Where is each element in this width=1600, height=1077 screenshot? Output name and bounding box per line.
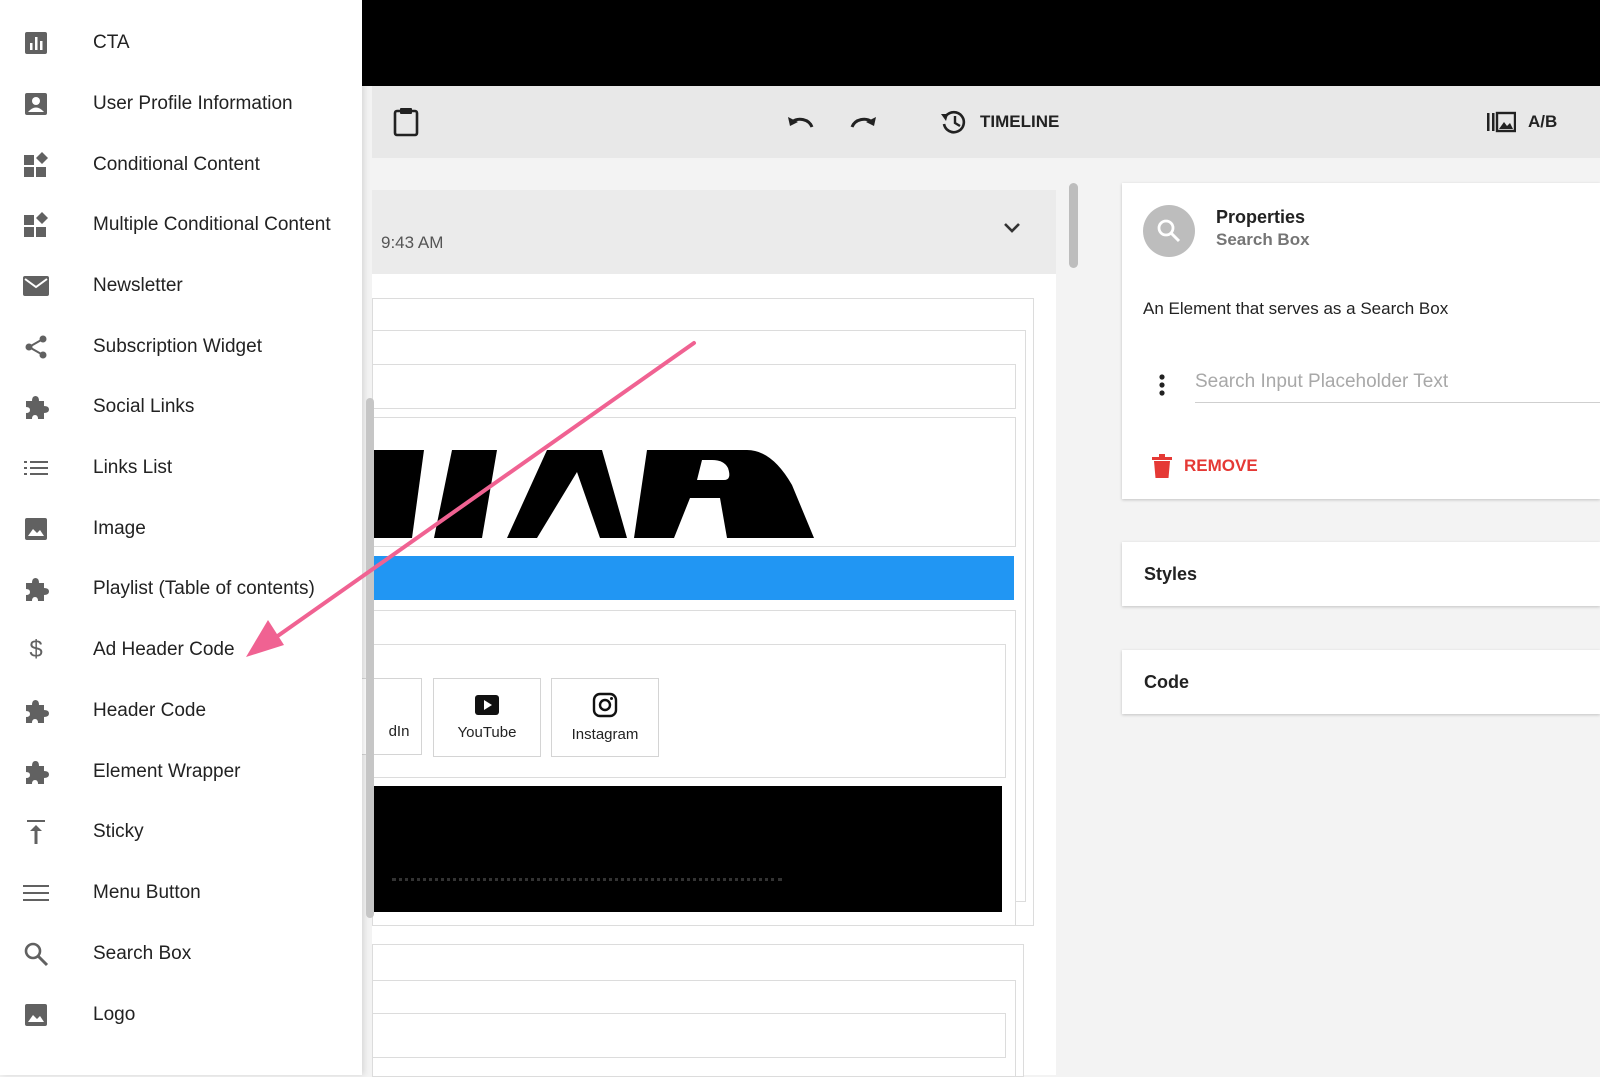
properties-subtitle: Search Box: [1216, 230, 1310, 249]
history-icon: [941, 110, 966, 134]
canvas-scrollbar[interactable]: [1069, 183, 1078, 268]
document-timestamp: 9:43 AM: [381, 233, 444, 252]
sidebar-item-label: Multiple Conditional Content: [93, 214, 331, 235]
sidebar-item-newsletter[interactable]: Newsletter: [0, 256, 362, 316]
sidebar-scrollbar[interactable]: [366, 398, 374, 918]
sidebar-item-conditional-content[interactable]: Conditional Content: [0, 135, 362, 195]
sidebar-item-label: Newsletter: [93, 275, 183, 296]
remove-label: REMOVE: [1184, 456, 1258, 475]
sidebar-item-playlist[interactable]: Playlist (Table of contents): [0, 559, 362, 619]
puzzle-icon: [22, 575, 50, 603]
element-sidebar: CTA User Profile Information Conditional…: [0, 0, 362, 1075]
social-link-instagram[interactable]: Instagram: [551, 678, 659, 757]
properties-avatar: [1143, 205, 1195, 257]
undo-button[interactable]: [786, 86, 816, 158]
sidebar-item-cta[interactable]: CTA: [0, 13, 362, 73]
sidebar-item-label: Header Code: [93, 700, 207, 721]
bar-chart-icon: [22, 29, 50, 57]
menu-icon: [22, 879, 50, 907]
styles-panel[interactable]: Styles: [1122, 542, 1600, 606]
element-frame-2[interactable]: [372, 1013, 1006, 1058]
sidebar-item-label: Sticky: [93, 821, 144, 842]
social-link-label: YouTube: [457, 724, 517, 741]
puzzle-icon: [22, 697, 50, 725]
sidebar-item-logo[interactable]: Logo: [0, 985, 362, 1045]
timeline-button[interactable]: TIMELINE: [940, 86, 1059, 158]
instagram-icon: [592, 692, 618, 718]
image-icon: [22, 1001, 50, 1029]
sidebar-item-menu-button[interactable]: Menu Button: [0, 863, 362, 923]
brand-logo-image: [372, 420, 1012, 545]
ab-test-button[interactable]: A/B: [1486, 86, 1557, 158]
sidebar-item-ad-header-code[interactable]: $ Ad Header Code: [0, 620, 362, 680]
sidebar-item-label: Logo: [93, 1004, 136, 1025]
sidebar-item-label: Social Links: [93, 396, 195, 417]
sidebar-item-label: Ad Header Code: [93, 639, 235, 660]
sidebar-item-user-profile[interactable]: User Profile Information: [0, 74, 362, 134]
sidebar-item-label: Subscription Widget: [93, 336, 262, 357]
sidebar-item-subscription-widget[interactable]: Subscription Widget: [0, 317, 362, 377]
document-header[interactable]: [372, 190, 1056, 274]
sidebar-item-label: CTA: [93, 32, 130, 53]
dollar-icon: $: [29, 636, 43, 663]
more-vert-icon[interactable]: [1158, 373, 1166, 402]
social-link-youtube[interactable]: YouTube: [433, 678, 541, 757]
sidebar-item-label: Playlist (Table of contents): [93, 578, 315, 599]
footer-block[interactable]: [372, 786, 1002, 912]
account-box-icon: [22, 90, 50, 118]
sidebar-item-label: Image: [93, 518, 146, 539]
image-icon: [22, 515, 50, 543]
clipboard-icon: [393, 108, 419, 137]
search-icon: [1157, 219, 1181, 243]
sidebar-item-sticky[interactable]: Sticky: [0, 802, 362, 862]
code-panel[interactable]: Code: [1122, 650, 1600, 714]
sidebar-item-search-box[interactable]: Search Box: [0, 924, 362, 984]
trash-icon: [1152, 454, 1172, 478]
share-icon: [22, 333, 50, 361]
sidebar-item-multiple-conditional-content[interactable]: Multiple Conditional Content: [0, 195, 362, 255]
sidebar-item-image[interactable]: Image: [0, 499, 362, 559]
widgets-icon: [22, 211, 50, 239]
social-link-label: dIn: [388, 723, 410, 740]
clipboard-button[interactable]: [392, 86, 420, 158]
chevron-down-icon[interactable]: [1003, 221, 1021, 239]
remove-button[interactable]: REMOVE: [1152, 454, 1258, 478]
editor-toolbar: TIMELINE A/B: [372, 86, 1600, 158]
properties-description: An Element that serves as a Search Box: [1143, 299, 1449, 318]
puzzle-icon: [22, 393, 50, 421]
list-icon: [22, 454, 50, 482]
social-link-label: Instagram: [571, 726, 639, 743]
mail-icon: [22, 272, 50, 300]
dotted-divider: [392, 878, 782, 881]
properties-title: Properties: [1216, 207, 1306, 227]
redo-button[interactable]: [848, 86, 878, 158]
sidebar-item-label: Menu Button: [93, 882, 201, 903]
widgets-icon: [22, 151, 50, 179]
youtube-icon: [475, 695, 499, 715]
sidebar-item-header-code[interactable]: Header Code: [0, 681, 362, 741]
undo-icon: [788, 117, 814, 128]
element-frame[interactable]: [372, 364, 1016, 409]
blue-banner[interactable]: [372, 556, 1014, 600]
code-label: Code: [1144, 671, 1189, 692]
sidebar-item-social-links[interactable]: Social Links: [0, 377, 362, 437]
styles-label: Styles: [1144, 563, 1198, 584]
search-icon: [22, 940, 50, 968]
sidebar-item-label: Element Wrapper: [93, 761, 241, 782]
sidebar-item-label: Conditional Content: [93, 154, 260, 175]
sidebar-item-links-list[interactable]: Links List: [0, 438, 362, 498]
sidebar-item-label: Search Box: [93, 943, 192, 964]
sidebar-item-label: Links List: [93, 457, 173, 478]
puzzle-icon: [22, 758, 50, 786]
ab-label: A/B: [1528, 112, 1558, 131]
timeline-label: TIMELINE: [980, 112, 1060, 131]
search-placeholder-input[interactable]: [1195, 362, 1600, 403]
sidebar-item-element-wrapper[interactable]: Element Wrapper: [0, 742, 362, 802]
sidebar-item-label: User Profile Information: [93, 93, 293, 114]
redo-icon: [850, 117, 876, 128]
ab-test-icon: [1487, 111, 1516, 133]
vertical-align-top-icon: [22, 818, 50, 846]
